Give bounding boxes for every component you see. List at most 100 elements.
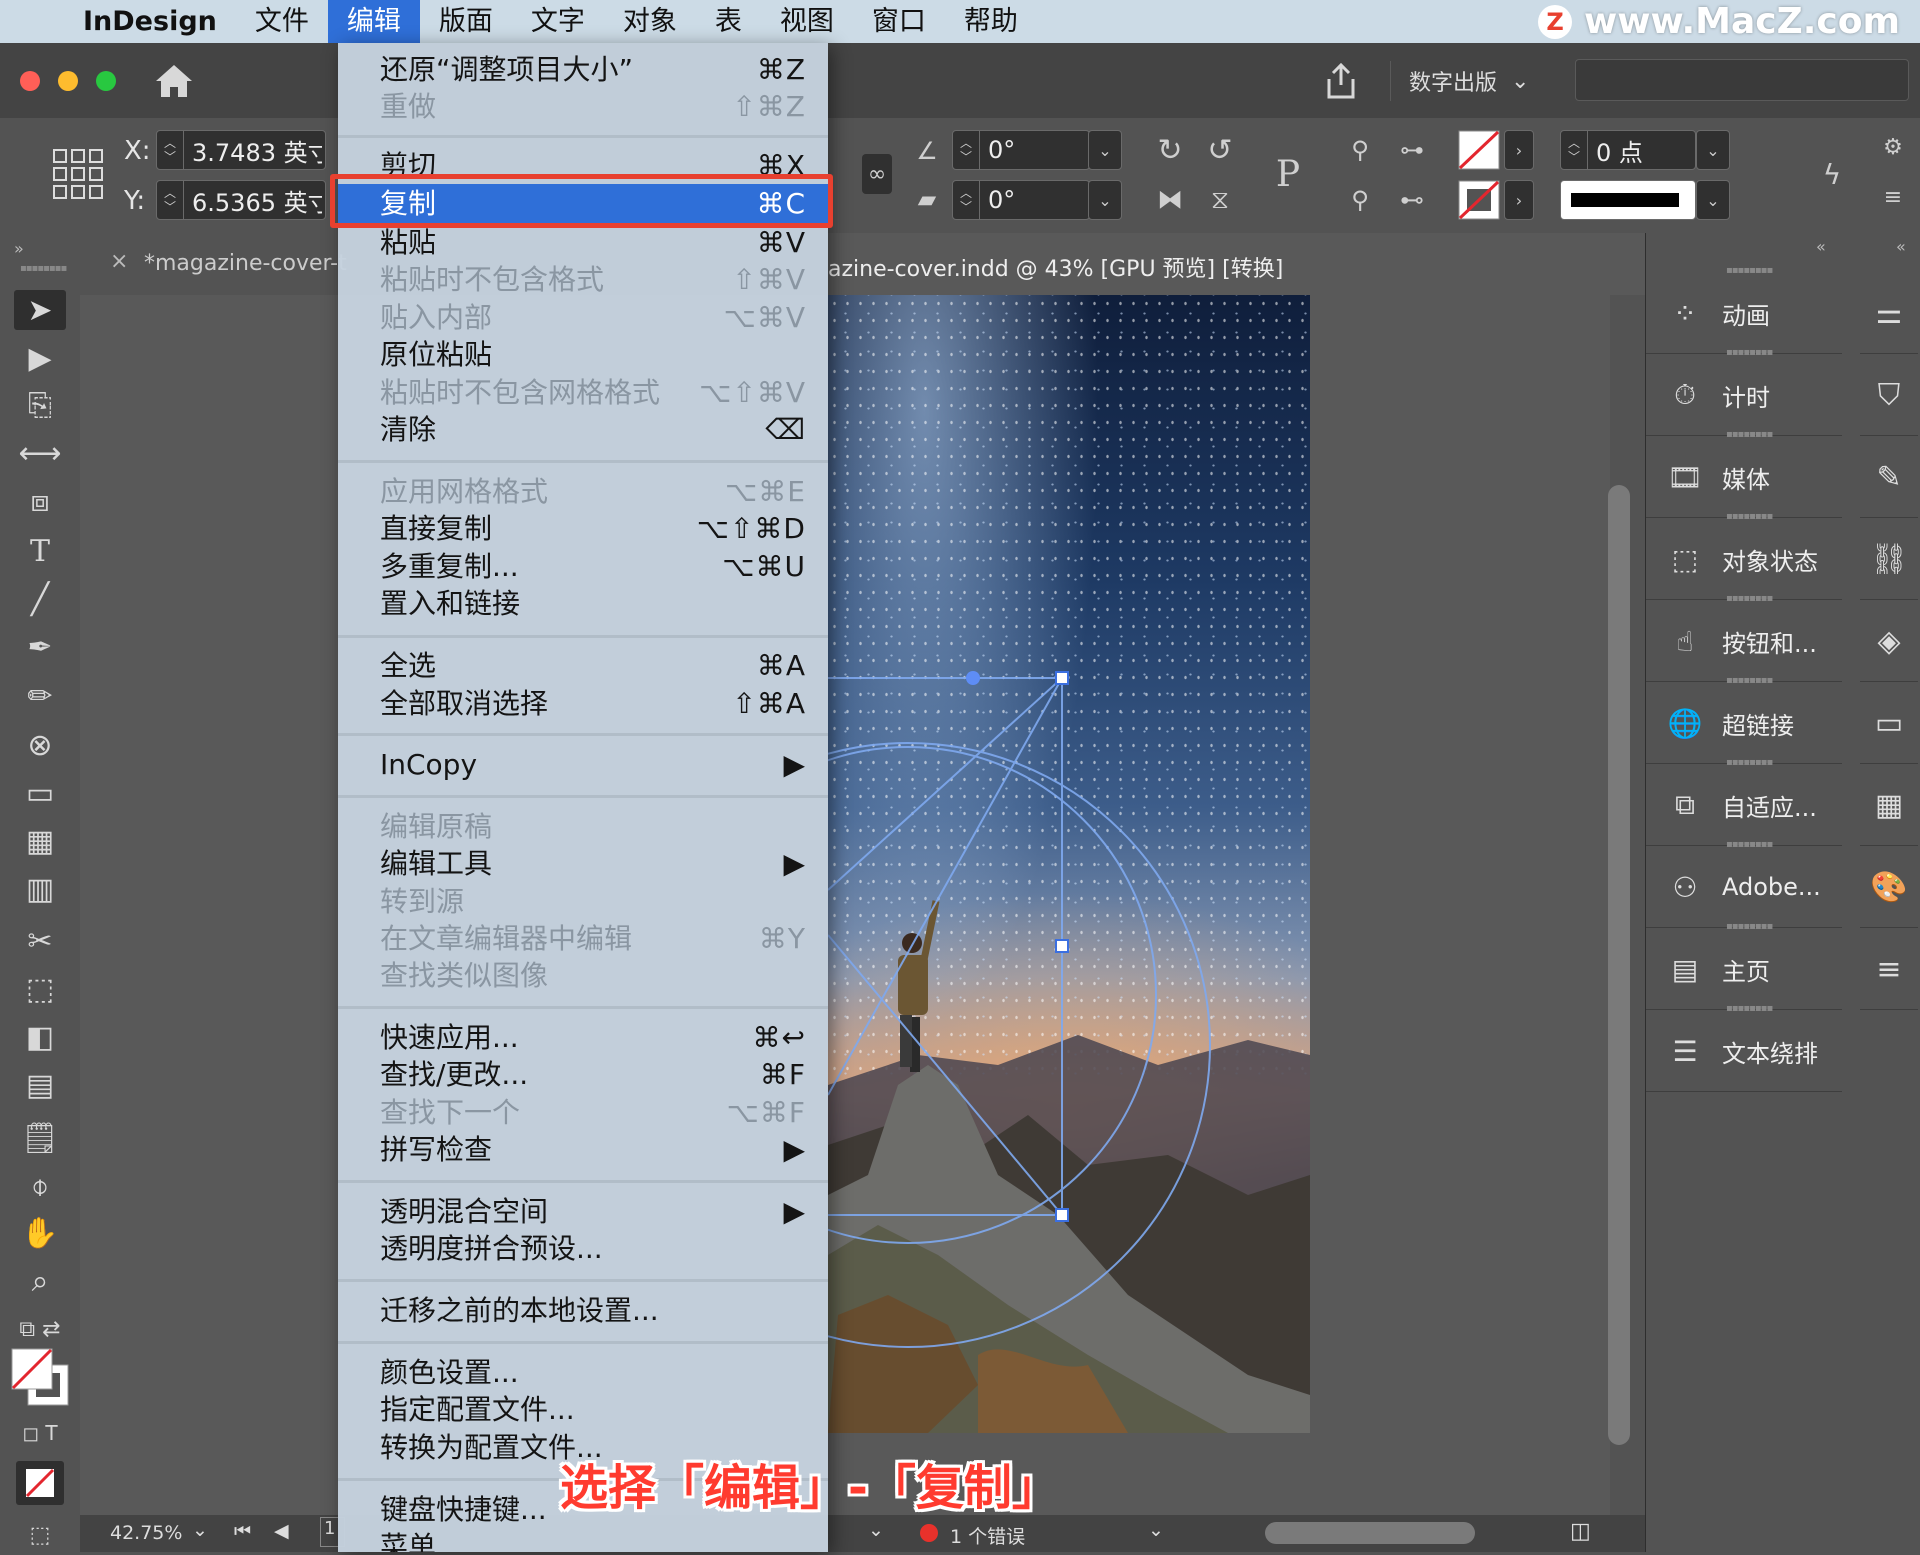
split-window-icon[interactable]: ◫	[1570, 1519, 1591, 1544]
table-tool-icon[interactable]: ▦	[14, 821, 66, 861]
constrain-proportions-icon[interactable]: ∞	[862, 154, 892, 194]
shear-dropdown[interactable]: ⌄	[1088, 180, 1122, 220]
panel-hyperlinks[interactable]: 🌐 超链接	[1646, 683, 1842, 764]
first-page-icon[interactable]: ⏮	[234, 1520, 251, 1542]
menu-item-paste[interactable]: 粘贴 ⌘V	[338, 224, 828, 261]
quick-apply-icon[interactable]: ϟ	[1812, 154, 1852, 194]
swatches-icon[interactable]: ▦	[1860, 765, 1918, 846]
stroke-weight-field[interactable]: ︿ ﹀ 0 点	[1560, 130, 1696, 170]
free-transform-tool-icon[interactable]: ⬚	[14, 969, 66, 1009]
stroke-weight-stepper[interactable]: ︿ ﹀	[1561, 131, 1588, 169]
cc-libraries-icon[interactable]: ⛉	[1860, 355, 1918, 436]
panel-buttons-forms[interactable]: ☝ 按钮和...	[1646, 601, 1842, 682]
rotate-clockwise-icon[interactable]: ↻	[1150, 130, 1190, 170]
zoom-tool-icon[interactable]: ⌕	[14, 1261, 66, 1301]
share-icon[interactable]	[1323, 61, 1359, 101]
menu-item-step-and-repeat[interactable]: 多重复制... ⌥⌘U	[338, 548, 828, 585]
menu-table[interactable]: 表	[696, 0, 761, 43]
vertical-scrollbar[interactable]	[1608, 485, 1630, 1445]
menu-item-paste-into[interactable]: 贴入内部 ⌥⌘V	[338, 299, 828, 336]
flip-horizontal-icon[interactable]: ⧓	[1150, 180, 1190, 220]
workspace-select[interactable]: 数字出版 ⌄	[1390, 61, 1569, 101]
menu-edit[interactable]: 编辑	[327, 0, 420, 43]
gradient-feather-tool-icon[interactable]: ▤	[14, 1065, 66, 1105]
line-tool-icon[interactable]: ╱	[14, 579, 66, 619]
direct-selection-tool-icon[interactable]: ▶	[14, 338, 66, 378]
shear-stepper[interactable]: ︿ ﹀	[953, 181, 980, 219]
reference-point-icon[interactable]	[52, 148, 104, 200]
ellipse-frame-tool-icon[interactable]: ⊗	[14, 725, 66, 765]
select-next-object-icon[interactable]: ⊷	[1392, 180, 1432, 220]
default-fill-stroke-icon[interactable]: ⧉ ⇄	[14, 1309, 66, 1349]
flip-vertical-icon[interactable]: ⧖	[1200, 180, 1240, 220]
menu-item-spelling[interactable]: 拼写检查 ▶	[338, 1131, 828, 1168]
panel-liquid-layout[interactable]: ⧉ 自适应...	[1646, 765, 1842, 846]
menu-object[interactable]: 对象	[604, 0, 696, 43]
fill-swatch-icon[interactable]	[1458, 130, 1500, 170]
panel-animation[interactable]: ⁘ 动画	[1646, 273, 1842, 354]
app-menu[interactable]: InDesign	[64, 0, 236, 43]
zoom-level[interactable]: 42.75%	[110, 1522, 182, 1544]
cover-photo[interactable]	[828, 295, 1310, 1433]
menu-file[interactable]: 文件	[236, 0, 328, 43]
horizontal-scrollbar[interactable]	[1265, 1522, 1475, 1544]
menu-item-color-settings[interactable]: 颜色设置...	[338, 1354, 828, 1391]
menu-window[interactable]: 窗口	[853, 0, 945, 43]
scissors-tool-icon[interactable]: ✂	[14, 921, 66, 961]
rectangle-tool-icon[interactable]: ▭	[14, 773, 66, 813]
select-container-icon[interactable]: ⚲	[1340, 130, 1380, 170]
grid-tool-icon[interactable]: ▥	[14, 869, 66, 909]
menu-item-place-and-link[interactable]: 置入和链接	[338, 585, 828, 622]
apple-icon[interactable]	[0, 0, 64, 43]
menu-type[interactable]: 文字	[512, 0, 604, 43]
x-stepper[interactable]: ︿ ﹀	[157, 131, 184, 169]
stroke-weight-dropdown[interactable]: ⌄	[1696, 130, 1730, 170]
gradient-swatch-tool-icon[interactable]: ◧	[14, 1017, 66, 1057]
rotation-dropdown[interactable]: ⌄	[1088, 130, 1122, 170]
select-previous-object-icon[interactable]: ⊶	[1392, 130, 1432, 170]
fill-stroke-swatch-icon[interactable]	[10, 1347, 70, 1407]
formatting-affects-container-icon[interactable]: ◻ T	[14, 1413, 66, 1453]
preflight-chevron-down-icon[interactable]: ⌄	[1148, 1519, 1164, 1541]
menu-item-paste-without-formatting[interactable]: 粘贴时不包含格式 ⇧⌘V	[338, 261, 828, 298]
panel-media[interactable]: 🎞 媒体	[1646, 437, 1842, 518]
menu-item-migrate-local-settings[interactable]: 迁移之前的本地设置...	[338, 1292, 828, 1329]
menu-item-undo[interactable]: 还原“调整项目大小” ⌘Z	[338, 51, 828, 88]
menu-item-paste-in-place[interactable]: 原位粘贴	[338, 336, 828, 373]
menu-item-edit-original[interactable]: 编辑原稿	[338, 808, 828, 845]
stroke-swatch-dropdown[interactable]: ›	[1504, 180, 1534, 220]
apply-none-icon[interactable]	[14, 1461, 66, 1505]
gear-icon[interactable]: ⚙	[1876, 130, 1910, 164]
menu-item-find-next[interactable]: 查找下一个 ⌥⌘F	[338, 1094, 828, 1131]
document-tab-2[interactable]: azine-cover.indd @ 43% [GPU 预览] [转换]	[828, 233, 1645, 295]
search-input[interactable]	[1575, 59, 1909, 101]
panel-master-pages[interactable]: ▤ 主页	[1646, 929, 1842, 1010]
document-tab-1[interactable]: × *magazine-cover-t	[80, 233, 347, 295]
menu-layout[interactable]: 版面	[420, 0, 512, 43]
menu-item-go-to-source[interactable]: 转到源	[338, 883, 828, 920]
menu-item-edit-in-story-editor[interactable]: 在文章编辑器中编辑 ⌘Y	[338, 920, 828, 957]
edit-icon[interactable]: ✎	[1860, 437, 1918, 518]
menu-item-select-all[interactable]: 全选 ⌘A	[338, 647, 828, 684]
home-icon[interactable]	[152, 61, 196, 101]
shear-angle-field[interactable]: ︿ ﹀ 0°	[952, 180, 1090, 220]
pencil-tool-icon[interactable]: ✏	[14, 676, 66, 716]
properties-icon[interactable]: ⚌	[1860, 273, 1918, 354]
panel-grip[interactable]: ▪▪▪▪▪▪▪▪	[20, 263, 67, 274]
menu-view[interactable]: 视图	[761, 0, 853, 43]
menu-help[interactable]: 帮助	[945, 0, 1037, 43]
expand-panel-icon[interactable]: »	[14, 239, 24, 258]
preflight-errors[interactable]: 1 个错误	[950, 1522, 1025, 1549]
menu-item-paste-without-grid-format[interactable]: 粘贴时不包含网格格式 ⌥⇧⌘V	[338, 374, 828, 411]
stroke-swatch-icon[interactable]	[1458, 180, 1500, 220]
hamburger-menu-icon[interactable]: ≡	[1860, 929, 1918, 1010]
panel-object-states[interactable]: ⬚ 对象状态	[1646, 519, 1842, 600]
page-chevron-down-icon[interactable]: ⌄	[868, 1519, 884, 1541]
menu-item-deselect-all[interactable]: 全部取消选择 ⇧⌘A	[338, 685, 828, 722]
x-position-field[interactable]: ︿ ﹀ 3.7483 英寸	[156, 130, 326, 170]
rotate-counterclockwise-icon[interactable]: ↺	[1200, 130, 1240, 170]
menu-item-assign-profiles[interactable]: 指定配置文件...	[338, 1391, 828, 1428]
menu-item-menus[interactable]: 菜单...	[338, 1528, 828, 1552]
select-content-icon[interactable]: ⚲	[1340, 180, 1380, 220]
note-tool-icon[interactable]: 🗒	[14, 1118, 66, 1158]
